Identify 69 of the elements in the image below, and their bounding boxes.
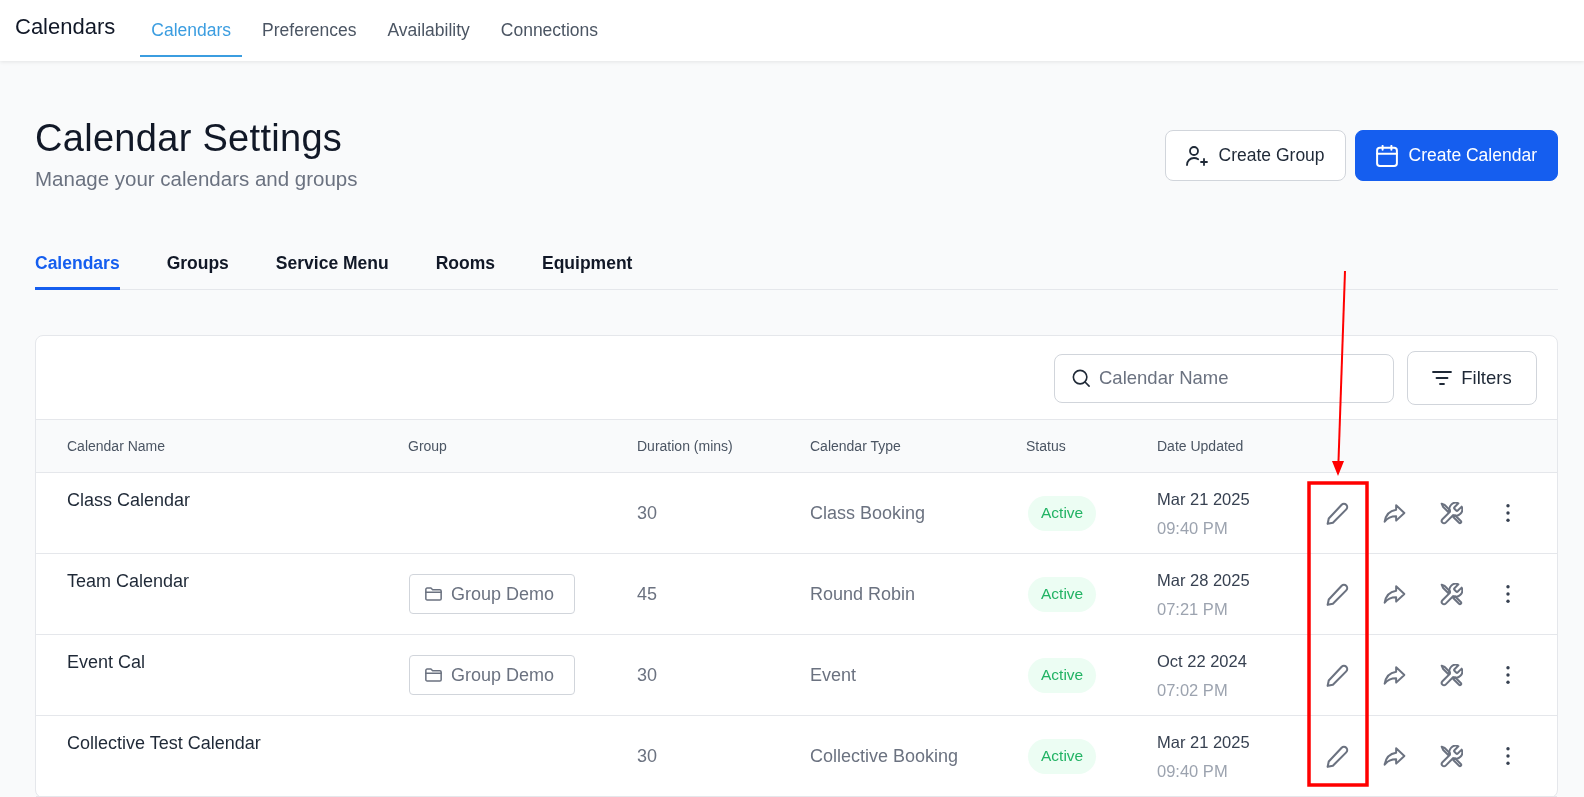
pencil-icon xyxy=(1325,582,1349,606)
calendar-name: Class Calendar xyxy=(67,490,192,511)
calendar-type: Class Booking xyxy=(810,502,927,524)
column-header: Group xyxy=(408,438,448,454)
calendar-type: Event xyxy=(810,664,858,686)
section-tab[interactable]: Rooms xyxy=(435,252,495,290)
vertical-dots-icon xyxy=(1506,747,1510,765)
section-tab[interactable]: Groups xyxy=(166,252,229,290)
vertical-dots-icon xyxy=(1506,585,1510,603)
folder-icon xyxy=(425,587,442,601)
search-icon xyxy=(1072,368,1090,387)
section-tab[interactable]: Calendars xyxy=(35,252,120,290)
updated-date: Oct 22 2024 xyxy=(1157,650,1248,672)
calendar-type: Round Robin xyxy=(810,583,917,605)
calendar-type: Collective Booking xyxy=(810,745,960,767)
duration: 30 xyxy=(637,745,659,767)
group-name: Group Demo xyxy=(451,583,555,605)
wrench-screwdriver-icon xyxy=(1439,501,1463,525)
filters-button[interactable]: Filters xyxy=(1407,351,1537,405)
vertical-dots-icon xyxy=(1506,666,1510,684)
pencil-icon xyxy=(1325,663,1349,687)
updated-date: Mar 28 2025 xyxy=(1157,569,1251,591)
page-subtitle: Manage your calendars and groups xyxy=(35,167,358,191)
forward-arrow-icon xyxy=(1382,582,1406,606)
calendar-icon xyxy=(1375,144,1398,167)
updated-time: 09:40 PM xyxy=(1157,517,1229,539)
status-badge: Active xyxy=(1028,576,1097,612)
pencil-icon xyxy=(1325,501,1349,525)
duration: 45 xyxy=(637,583,659,605)
calendar-name: Collective Test Calendar xyxy=(67,733,262,754)
vertical-dots-icon xyxy=(1506,504,1510,522)
column-header: Calendar Name xyxy=(67,438,167,454)
wrench-screwdriver-icon xyxy=(1439,582,1463,606)
duration: 30 xyxy=(637,502,659,524)
updated-time: 07:21 PM xyxy=(1157,598,1229,620)
forward-arrow-icon xyxy=(1382,744,1406,768)
nav-tab[interactable]: Preferences xyxy=(251,0,368,57)
forward-arrow-icon xyxy=(1382,501,1406,525)
search-field[interactable]: Calendar Name xyxy=(1054,353,1394,403)
column-header: Date Updated xyxy=(1157,438,1245,454)
group-name: Group Demo xyxy=(451,664,555,686)
section-tab[interactable]: Equipment xyxy=(542,252,633,290)
create-group-button[interactable]: Create Group xyxy=(1164,130,1346,181)
status-badge: Active xyxy=(1028,738,1097,774)
page-title: Calendar Settings xyxy=(35,118,344,158)
pencil-icon xyxy=(1325,744,1349,768)
calendar-name: Team Calendar xyxy=(67,571,191,592)
status-badge: Active xyxy=(1028,495,1097,531)
wrench-screwdriver-icon xyxy=(1439,744,1463,768)
column-header: Duration (mins) xyxy=(637,438,734,454)
user-plus-icon xyxy=(1185,144,1208,167)
forward-arrow-icon xyxy=(1382,663,1406,687)
section-tab[interactable]: Service Menu xyxy=(275,252,389,290)
status-badge: Active xyxy=(1028,657,1097,693)
updated-date: Mar 21 2025 xyxy=(1157,731,1251,753)
filter-lines-icon xyxy=(1432,371,1453,385)
column-header: Status xyxy=(1026,438,1067,454)
column-header: Calendar Type xyxy=(810,438,902,454)
calendar-name: Event Cal xyxy=(67,652,147,673)
updated-time: 09:40 PM xyxy=(1157,760,1229,782)
app-title: Calendars xyxy=(15,14,116,40)
nav-tab[interactable]: Availability xyxy=(376,0,481,57)
folder-icon xyxy=(425,668,442,682)
updated-date: Mar 21 2025 xyxy=(1157,488,1251,510)
create-calendar-button[interactable]: Create Calendar xyxy=(1354,130,1558,181)
wrench-screwdriver-icon xyxy=(1439,663,1463,687)
updated-time: 07:02 PM xyxy=(1157,679,1229,701)
nav-tab[interactable]: Connections xyxy=(489,0,610,57)
duration: 30 xyxy=(637,664,659,686)
